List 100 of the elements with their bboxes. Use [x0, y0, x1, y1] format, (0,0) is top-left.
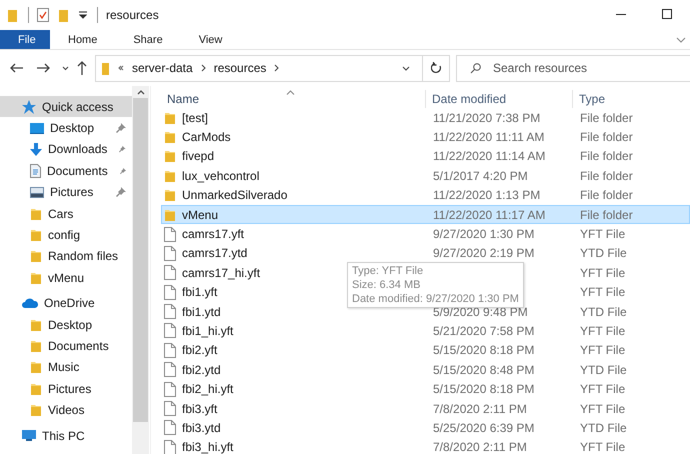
- chevron-right-icon[interactable]: [200, 64, 206, 72]
- tooltip-line: Size: 6.34 MB: [352, 278, 422, 292]
- file-name: fbi2.yft: [182, 343, 218, 358]
- folder-icon: [102, 62, 110, 74]
- file-name: camrs17.ytd: [182, 246, 248, 260]
- folder-icon: [30, 403, 42, 418]
- breadcrumb-item[interactable]: resources: [214, 61, 266, 75]
- file-icon: [164, 284, 176, 300]
- nav-item[interactable]: config: [0, 224, 132, 246]
- address-field[interactable]: server-data resources: [95, 54, 450, 82]
- column-header[interactable]: Name: [161, 90, 426, 108]
- nav-item[interactable]: Desktop: [0, 117, 132, 139]
- file-name: fbi3_hi.yft: [182, 440, 234, 454]
- type-cell-text: File folder: [579, 188, 634, 202]
- column-header[interactable]: Date modified: [426, 90, 573, 108]
- nav-item[interactable]: Quick access: [0, 96, 132, 118]
- ribbon-tab[interactable]: View: [180, 30, 240, 49]
- search-field[interactable]: Search resources: [456, 54, 690, 82]
- folder-icon: [30, 318, 42, 332]
- nav-item[interactable]: Pictures: [0, 182, 132, 203]
- type-cell-text: YTD File: [579, 362, 628, 377]
- date-cell-text: 5/1/2017 4:20 PM: [432, 168, 529, 183]
- folder-icon: [30, 249, 42, 264]
- type-cell-text: YTD File: [579, 420, 628, 435]
- nav-item[interactable]: This PC: [0, 424, 132, 446]
- nav-item[interactable]: Videos: [0, 399, 132, 421]
- date-cell-text: 11/22/2020 11:14 AM: [432, 149, 546, 164]
- type-cell-text: File folder: [579, 130, 634, 144]
- file-menu-button[interactable]: File: [0, 30, 50, 49]
- breadcrumb-item[interactable]: server-data: [132, 61, 193, 75]
- nav-item[interactable]: Documents: [0, 335, 132, 357]
- nav-item[interactable]: Pictures: [0, 378, 132, 400]
- date-cell-text: 5/15/2020 8:18 PM: [432, 382, 536, 396]
- file-icon: [164, 323, 176, 338]
- chevron-down-icon[interactable]: [402, 66, 410, 70]
- pin-icon[interactable]: [116, 187, 126, 198]
- file-name: fbi3.yft: [182, 402, 218, 416]
- date-cell-text: 5/15/2020 8:48 PM: [432, 362, 536, 377]
- folder-icon: [164, 168, 176, 183]
- refresh-icon: [430, 62, 442, 74]
- chevron-right-icon[interactable]: [274, 64, 280, 72]
- forward-arrow-icon[interactable]: [36, 63, 50, 73]
- chevron-down-icon[interactable]: [62, 66, 69, 70]
- folder-icon: [30, 228, 42, 242]
- date-cell-text: 5/15/2020 8:18 PM: [432, 343, 536, 358]
- desktop-icon: [30, 122, 44, 134]
- nav-item[interactable]: Desktop: [0, 314, 132, 336]
- folder-icon: [164, 110, 176, 125]
- file-name: camrs17_hi.yft: [182, 266, 260, 280]
- file-name: CarMods: [182, 130, 231, 144]
- folder-icon: [30, 270, 42, 285]
- pin-icon[interactable]: [119, 144, 126, 154]
- ribbon-tab[interactable]: Home: [50, 30, 116, 49]
- file-name: fbi3.ytd: [182, 420, 221, 435]
- pin-icon[interactable]: [116, 123, 126, 134]
- type-cell-text: File folder: [579, 110, 634, 125]
- tooltip-line: Type: YFT File: [352, 264, 424, 278]
- file-icon: [164, 420, 176, 436]
- nav-item[interactable]: vMenu: [0, 267, 132, 289]
- dropdown-icon[interactable]: [79, 11, 87, 19]
- computer-icon: [22, 430, 36, 442]
- scroll-thumb[interactable]: [133, 98, 148, 422]
- folder-icon: [164, 188, 176, 202]
- type-cell-text: YFT File: [579, 324, 626, 338]
- file-icon: [164, 304, 176, 320]
- column-header[interactable]: Type: [573, 90, 690, 108]
- cloud-icon: [22, 298, 38, 308]
- nav-item[interactable]: Cars: [0, 202, 132, 224]
- type-cell-text: YFT File: [579, 343, 626, 358]
- type-cell-text: YFT File: [579, 227, 626, 242]
- properties-icon[interactable]: [37, 8, 49, 22]
- ribbon-tab[interactable]: Share: [115, 30, 181, 49]
- file-name: fbi2_hi.yft: [182, 382, 234, 396]
- nav-item[interactable]: Downloads: [0, 138, 132, 160]
- date-cell-text: 11/21/2020 7:38 PM: [432, 110, 542, 125]
- type-cell-text: YTD File: [579, 304, 628, 319]
- nav-item[interactable]: OneDrive: [0, 292, 132, 314]
- file-name: camrs17.yft: [182, 227, 244, 242]
- scroll-up-icon[interactable]: [136, 90, 144, 95]
- file-name: [test]: [182, 110, 208, 125]
- file-name: fbi1.yft: [182, 285, 218, 300]
- folder-icon: [30, 360, 42, 374]
- back-arrow-icon[interactable]: [10, 63, 24, 73]
- file-name: fivepd: [182, 149, 214, 164]
- nav-item[interactable]: Random files: [0, 246, 132, 268]
- document-icon: [30, 164, 41, 178]
- double-chevron-icon[interactable]: [118, 65, 124, 71]
- file-name: UnmarkedSilverado: [182, 188, 288, 202]
- type-cell-text: YFT File: [579, 402, 626, 416]
- pin-icon[interactable]: [120, 166, 126, 176]
- scrollbar[interactable]: [132, 86, 149, 454]
- folder-icon: [164, 149, 176, 164]
- file-icon: [164, 382, 176, 397]
- nav-item[interactable]: Music: [0, 356, 132, 378]
- date-cell-text: 11/22/2020 1:13 PM: [432, 188, 542, 202]
- up-arrow-icon[interactable]: [77, 61, 87, 75]
- nav-item[interactable]: Documents: [0, 160, 132, 182]
- folder-icon: [164, 208, 176, 222]
- date-cell-text: 5/21/2020 7:58 PM: [432, 324, 536, 338]
- file-row[interactable]: vMenu 11/22/2020 11:17 AM File folder: [161, 204, 690, 224]
